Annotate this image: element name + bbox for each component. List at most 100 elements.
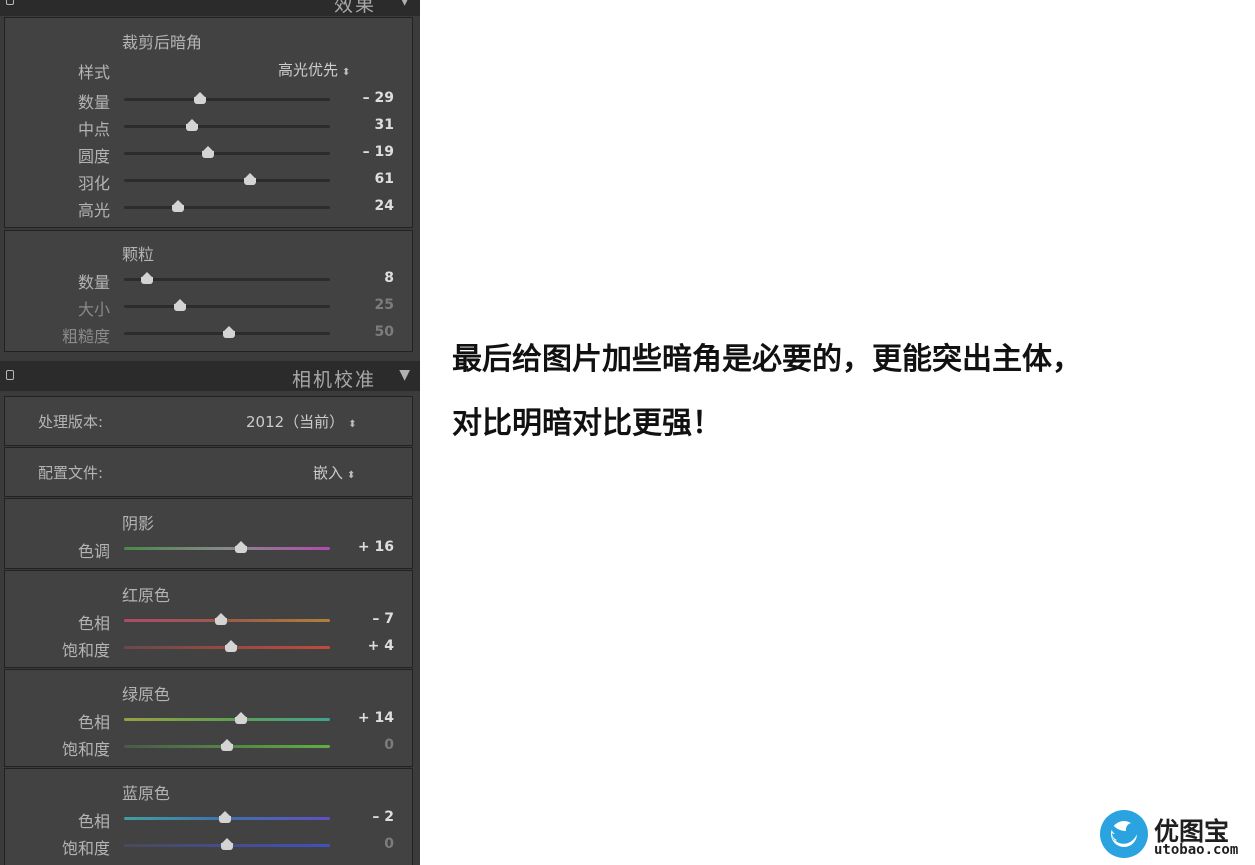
slider-track[interactable] (124, 541, 330, 553)
slider-value[interactable]: 0 (340, 737, 394, 753)
slider-row: 中点 31 (0, 115, 420, 139)
slider-row: 圆度 – 19 (0, 142, 420, 166)
slider-row: 羽化 61 (0, 169, 420, 193)
slider-value[interactable]: – 19 (340, 144, 394, 160)
slider-value[interactable]: + 14 (340, 710, 394, 726)
updown-arrows-icon: ⬍ (342, 67, 351, 78)
slider-track[interactable] (124, 838, 330, 850)
slider-track[interactable] (124, 739, 330, 751)
slider-label: 中点 (77, 120, 110, 139)
slider-row: 高光 24 (0, 196, 420, 220)
effects-section-header[interactable]: 效果 ▼ (0, 0, 420, 16)
profile-select[interactable]: 嵌入 ⬍ (313, 462, 355, 483)
slider-value[interactable]: – 29 (340, 90, 394, 106)
slider-track[interactable] (124, 640, 330, 652)
slider-row: 色调 + 16 (0, 537, 420, 561)
process-version-value: 2012（当前） (246, 413, 345, 431)
slider-row: 数量 – 29 (0, 88, 420, 112)
tutorial-caption: 最后给图片加些暗角是必要的，更能突出主体， 对比明暗对比更强！ (452, 328, 1242, 456)
slider-label: 羽化 (77, 174, 110, 193)
slider-label: 数量 (77, 93, 110, 112)
profile-label: 配置文件: (38, 464, 104, 482)
slider-thumb[interactable] (185, 119, 198, 131)
slider-value[interactable]: 31 (340, 117, 394, 133)
watermark-url: utobao.com (1154, 842, 1239, 858)
process-version-select[interactable]: 2012（当前） ⬍ (246, 411, 357, 432)
develop-panel: 效果 ▼ 裁剪后暗角 样式 高光优先 ⬍ 数量 – 29 中点 31 圆度 – 19 羽化 61… (0, 0, 420, 865)
slider-label: 色相 (77, 614, 110, 633)
green-primary-title: 绿原色 (122, 685, 171, 704)
slider-thumb[interactable] (235, 541, 248, 553)
caption-line-1: 最后给图片加些暗角是必要的，更能突出主体， (452, 342, 1082, 377)
slider-label: 高光 (77, 201, 110, 220)
slider-track[interactable] (124, 712, 330, 724)
slider-value[interactable]: 24 (340, 198, 394, 214)
slider-thumb[interactable] (235, 712, 248, 724)
slider-thumb[interactable] (221, 739, 233, 751)
slider-thumb[interactable] (202, 146, 215, 158)
collapse-triangle-icon[interactable]: ▼ (399, 367, 410, 383)
slider-thumb[interactable] (243, 173, 256, 185)
collapse-triangle-icon[interactable]: ▼ (399, 0, 410, 8)
slider-row: 色相 – 7 (0, 609, 420, 633)
slider-track[interactable] (124, 613, 330, 625)
slider-label: 圆度 (77, 147, 110, 166)
slider-value[interactable]: 61 (340, 171, 394, 187)
slider-label: 色相 (77, 713, 110, 732)
style-select-value: 高光优先 (278, 61, 339, 79)
panel-toggle-icon[interactable] (6, 0, 14, 5)
slider-row: 色相 + 14 (0, 708, 420, 732)
slider-value[interactable]: + 16 (340, 539, 394, 555)
slider-track[interactable] (124, 200, 330, 212)
slider-label: 大小 (77, 300, 110, 319)
slider-value[interactable]: – 7 (340, 611, 394, 627)
slider-label: 色调 (77, 542, 110, 561)
updown-arrows-icon: ⬍ (348, 419, 357, 430)
blue-primary-title: 蓝原色 (122, 784, 171, 803)
profile-value: 嵌入 (313, 464, 344, 482)
slider-track[interactable] (124, 326, 330, 338)
slider-thumb[interactable] (218, 811, 231, 823)
slider-row: 大小 25 (0, 295, 420, 319)
slider-thumb[interactable] (171, 200, 184, 212)
slider-track[interactable] (124, 811, 330, 823)
slider-row: 数量 8 (0, 268, 420, 292)
slider-track[interactable] (124, 299, 330, 311)
slider-track[interactable] (124, 146, 330, 158)
slider-value[interactable]: – 2 (340, 809, 394, 825)
slider-track[interactable] (124, 119, 330, 131)
slider-row: 饱和度 + 4 (0, 636, 420, 660)
slider-value[interactable]: + 4 (340, 638, 394, 654)
slider-label: 饱和度 (61, 740, 110, 759)
slider-label: 饱和度 (61, 839, 110, 858)
slider-label: 数量 (77, 273, 110, 292)
style-label: 样式 (77, 63, 110, 82)
slider-row: 粗糙度 50 (0, 322, 420, 346)
slider-thumb[interactable] (173, 299, 186, 311)
effects-header-title: 效果 (333, 0, 376, 16)
shadows-title: 阴影 (122, 514, 155, 533)
slider-row: 饱和度 0 (0, 735, 420, 759)
style-select[interactable]: 高光优先 ⬍ (278, 59, 350, 80)
slider-thumb[interactable] (225, 640, 238, 652)
slider-value[interactable]: 8 (340, 270, 394, 286)
slider-thumb[interactable] (140, 272, 153, 284)
slider-thumb[interactable] (223, 326, 236, 338)
slider-track[interactable] (124, 92, 330, 104)
grain-title: 颗粒 (122, 245, 155, 264)
calibration-section-header[interactable]: 相机校准 ▼ (0, 361, 420, 391)
slider-track[interactable] (124, 272, 330, 284)
slider-thumb[interactable] (221, 838, 233, 850)
slider-value[interactable]: 0 (340, 836, 394, 852)
slider-row: 色相 – 2 (0, 807, 420, 831)
panel-toggle-icon[interactable] (6, 370, 14, 380)
slider-value[interactable]: 25 (340, 297, 394, 313)
slider-thumb[interactable] (214, 613, 227, 625)
vignette-style-row: 样式 高光优先 ⬍ (0, 58, 420, 82)
caption-line-2: 对比明暗对比更强！ (452, 406, 722, 441)
slider-thumb[interactable] (194, 92, 207, 104)
slider-track[interactable] (124, 173, 330, 185)
slider-label: 粗糙度 (61, 327, 110, 346)
slider-value[interactable]: 50 (340, 324, 394, 340)
process-version-label: 处理版本: (38, 413, 104, 431)
